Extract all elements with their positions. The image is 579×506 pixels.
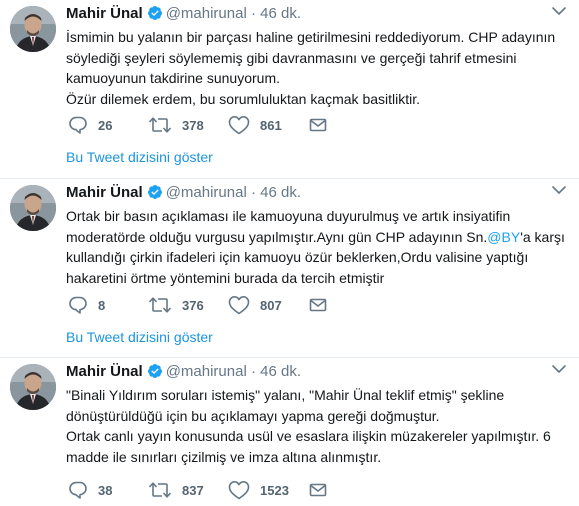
tweet-actions: 8 376 807 bbox=[66, 294, 346, 316]
reply-button[interactable]: 8 bbox=[68, 294, 105, 316]
tweet-text: "Binali Yıldırım soruları istemiş" yalan… bbox=[66, 385, 566, 467]
tweet-text-line: Özür dilemek erdem, bu sorumluluktan kaç… bbox=[66, 90, 421, 107]
tweet-3[interactable]: Mahir Ünal @mahirunal · 46 dk. "Binali Yı… bbox=[0, 358, 579, 506]
verified-badge-icon bbox=[147, 363, 163, 379]
tweet-text-segment: moderatörde olduğu vurgusu yapılmıştır.A… bbox=[66, 228, 488, 245]
avatar[interactable] bbox=[10, 364, 56, 410]
tweet-text-line: kamuoyunun takdirine sunuyorum. bbox=[66, 70, 281, 86]
retweet-count: 837 bbox=[182, 482, 204, 498]
tweet-header: Mahir Ünal @mahirunal · 46 dk. bbox=[66, 184, 301, 202]
tweet-1[interactable]: Mahir Ünal @mahirunal · 46 dk. İsmimin bu… bbox=[0, 0, 579, 179]
mention-link[interactable]: @BY bbox=[487, 229, 520, 245]
direct-message-button[interactable] bbox=[309, 294, 327, 316]
show-thread-link[interactable]: Bu Tweet dizisini göster bbox=[66, 149, 213, 165]
chevron-down-icon[interactable] bbox=[551, 4, 567, 18]
chevron-down-icon[interactable] bbox=[551, 183, 567, 197]
avatar[interactable] bbox=[10, 185, 56, 231]
chevron-down-icon[interactable] bbox=[551, 362, 567, 376]
reply-button[interactable]: 26 bbox=[68, 114, 112, 136]
tweet-text-line: kullandığı çirkin ifadeleri için kamuoyu… bbox=[66, 249, 529, 265]
heart-icon bbox=[228, 115, 250, 135]
tweet-text-line: dönüştürüldüğü için bu açıklamayı yapma … bbox=[66, 407, 440, 424]
avatar[interactable] bbox=[10, 6, 56, 52]
author-name[interactable]: Mahir Ünal bbox=[66, 184, 143, 201]
retweet-count: 376 bbox=[182, 297, 204, 313]
envelope-icon bbox=[309, 482, 327, 498]
retweet-count: 378 bbox=[182, 117, 204, 133]
tweet-text-line: hakaretini örtme yöntemini burada da ter… bbox=[66, 269, 385, 286]
author-name[interactable]: Mahir Ünal bbox=[66, 363, 143, 380]
retweet-button[interactable]: 837 bbox=[148, 479, 204, 501]
author-handle[interactable]: @mahirunal bbox=[166, 184, 247, 201]
reply-icon bbox=[68, 115, 88, 135]
tweet-actions: 38 837 1523 bbox=[66, 479, 346, 501]
tweet-text: Ortak bir basın açıklaması ile kamuoyuna… bbox=[66, 206, 566, 288]
tweet-header: Mahir Ünal @mahirunal · 46 dk. bbox=[66, 5, 301, 23]
like-count: 861 bbox=[260, 117, 282, 133]
retweet-icon bbox=[148, 295, 172, 315]
tweet-2[interactable]: Mahir Ünal @mahirunal · 46 dk. Ortak bir … bbox=[0, 179, 579, 358]
envelope-icon bbox=[309, 297, 327, 313]
reply-count: 38 bbox=[98, 482, 113, 498]
retweet-button[interactable]: 376 bbox=[148, 294, 204, 316]
verified-badge-icon bbox=[147, 5, 163, 21]
tweet-text-line: İsmimin bu yalanın bir parçası haline ge… bbox=[66, 29, 556, 45]
retweet-button[interactable]: 378 bbox=[148, 114, 204, 136]
like-button[interactable]: 807 bbox=[228, 294, 282, 316]
envelope-icon bbox=[309, 117, 327, 133]
retweet-icon bbox=[148, 480, 172, 500]
reply-count: 26 bbox=[98, 117, 113, 133]
tweet-actions: 26 378 861 bbox=[66, 114, 346, 136]
tweet-text: İsmimin bu yalanın bir parçası haline ge… bbox=[66, 27, 566, 109]
reply-icon bbox=[68, 480, 88, 500]
tweet-text-line: "Binali Yıldırım soruları istemiş" yalan… bbox=[66, 387, 505, 403]
separator-dot: · bbox=[250, 5, 256, 22]
separator-dot: · bbox=[250, 363, 256, 380]
direct-message-button[interactable] bbox=[309, 114, 327, 136]
timestamp[interactable]: 46 dk. bbox=[260, 363, 301, 380]
timestamp[interactable]: 46 dk. bbox=[260, 5, 301, 22]
like-count: 807 bbox=[260, 297, 282, 313]
tweet-text-line: söylediği şeyleri söylememiş gibi davran… bbox=[66, 49, 517, 66]
verified-badge-icon bbox=[147, 184, 163, 200]
tweet-text-line: madde ile sınırları çizilmiş ve imza alt… bbox=[66, 448, 382, 465]
tweet-text-line: Ortak canlı yayın konusunda usül ve esas… bbox=[66, 428, 551, 444]
show-thread-link[interactable]: Bu Tweet dizisini göster bbox=[66, 329, 213, 345]
tweet-text-line: Ortak bir basın açıklaması ile kamuoyuna… bbox=[66, 208, 511, 224]
retweet-icon bbox=[148, 115, 172, 135]
tweet-header: Mahir Ünal @mahirunal · 46 dk. bbox=[66, 363, 301, 381]
reply-button[interactable]: 38 bbox=[68, 479, 112, 501]
separator-dot: · bbox=[250, 184, 256, 201]
heart-icon bbox=[228, 295, 250, 315]
author-handle[interactable]: @mahirunal bbox=[166, 5, 247, 22]
tweet-text-segment: 'a karşı bbox=[520, 228, 565, 245]
reply-count: 8 bbox=[98, 297, 106, 313]
heart-icon bbox=[228, 480, 250, 500]
author-handle[interactable]: @mahirunal bbox=[166, 363, 247, 380]
direct-message-button[interactable] bbox=[309, 479, 327, 501]
tweet-text-line: moderatörde olduğu vurgusu yapılmıştır.A… bbox=[66, 227, 566, 248]
like-button[interactable]: 861 bbox=[228, 114, 282, 136]
timestamp[interactable]: 46 dk. bbox=[260, 184, 301, 201]
author-name[interactable]: Mahir Ünal bbox=[66, 5, 143, 22]
like-count: 1523 bbox=[260, 482, 289, 498]
like-button[interactable]: 1523 bbox=[228, 479, 289, 501]
reply-icon bbox=[68, 295, 88, 315]
